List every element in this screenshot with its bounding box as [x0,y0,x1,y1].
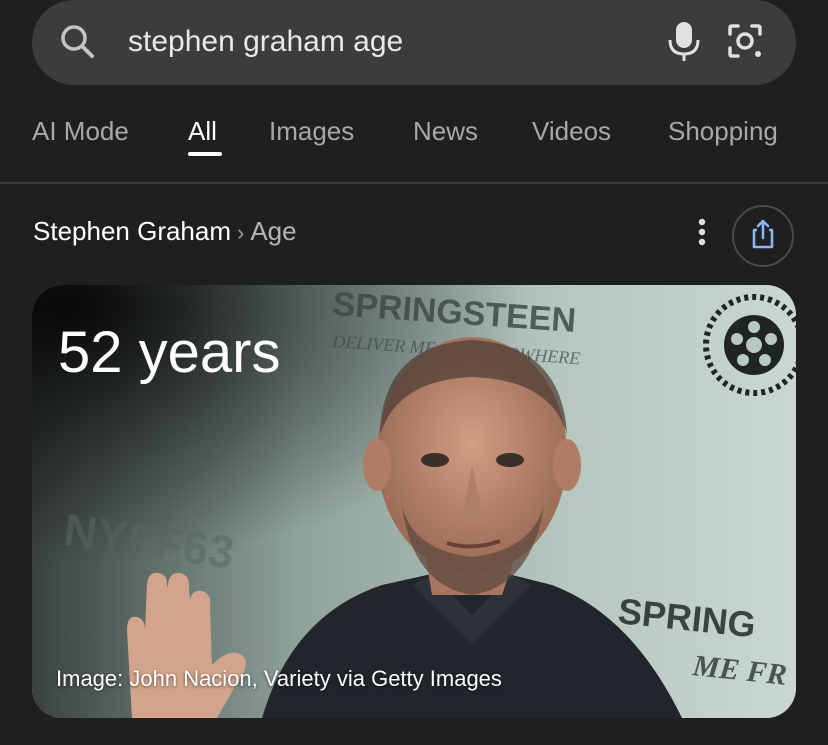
breadcrumb-separator: › [237,220,245,245]
tab-news[interactable]: News [413,108,478,154]
microphone-icon[interactable] [662,18,706,64]
search-bar[interactable]: stephen graham age [32,0,796,85]
breadcrumb-attribute: Age [250,216,297,246]
tab-images[interactable]: Images [269,108,354,154]
age-value: 52 years [58,320,281,385]
age-answer-card[interactable]: SPRINGSTEEN DELIVER ME FROM NOWHERE NYFF… [32,285,796,718]
tab-shopping[interactable]: Shopping [668,108,778,154]
tab-all[interactable]: All [188,108,217,154]
breadcrumb: Stephen Graham › Age [33,212,297,252]
search-icon[interactable] [58,22,98,62]
tab-ai-mode[interactable]: AI Mode [32,108,129,154]
image-credit: Image: John Nacion, Variety via Getty Im… [56,666,502,691]
tabs-divider [0,182,828,184]
share-icon [748,218,778,255]
search-query-input[interactable]: stephen graham age [128,20,403,64]
tab-videos[interactable]: Videos [532,108,611,154]
camera-lens-icon[interactable] [722,18,768,64]
more-vert-icon[interactable] [690,212,714,252]
active-tab-indicator [188,152,222,156]
search-tabs: AI Mode All Images News Videos Shopping [0,108,828,158]
breadcrumb-entity[interactable]: Stephen Graham [33,216,231,246]
share-button[interactable] [732,205,794,267]
